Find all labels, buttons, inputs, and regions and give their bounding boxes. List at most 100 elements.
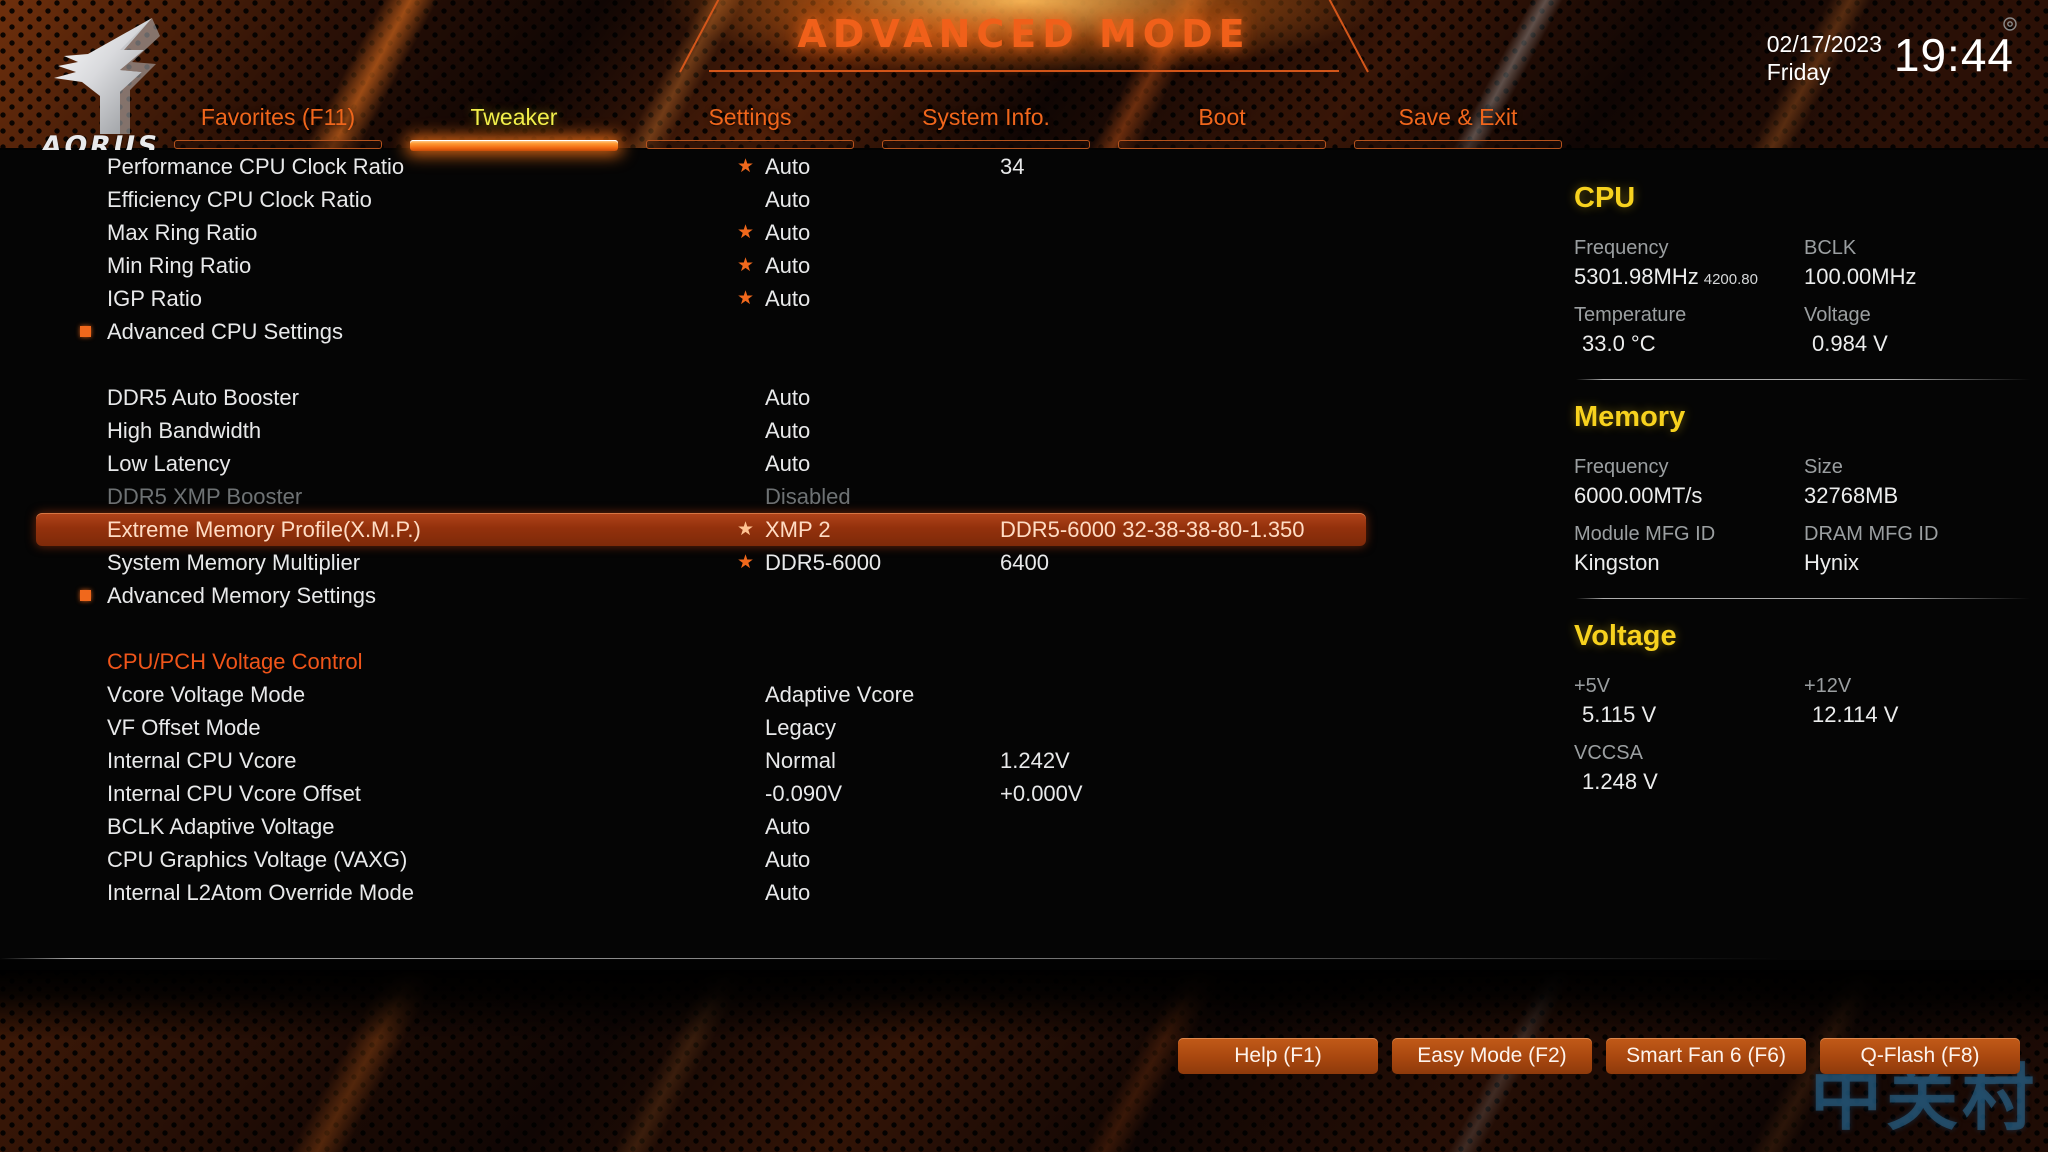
info-field-value: 0.984 V xyxy=(1800,331,2030,357)
settings-row-secondary-value: 6400 xyxy=(1000,549,1049,575)
settings-row-label: Max Ring Ratio xyxy=(107,219,258,245)
settings-row-value[interactable]: Auto xyxy=(765,880,810,906)
info-field-value-sub: 4200.80 xyxy=(1703,271,1758,288)
settings-row[interactable]: Internal L2Atom Override Mode Auto xyxy=(0,876,1545,909)
settings-row-value[interactable]: Adaptive Vcore xyxy=(765,682,914,708)
info-field-key: Frequency xyxy=(1574,237,1669,259)
settings-row[interactable]: Efficiency CPU Clock Ratio Auto xyxy=(0,183,1545,216)
settings-row-value[interactable]: Auto xyxy=(765,385,810,411)
settings-row[interactable]: DDR5 XMP Booster Disabled xyxy=(0,480,1545,513)
settings-row-value[interactable]: XMP 2 xyxy=(765,517,831,543)
nav-item-system-info[interactable]: System Info. xyxy=(868,104,1104,149)
info-field-value-main: Kingston xyxy=(1574,550,1660,575)
info-field-key: Module MFG ID xyxy=(1574,523,1716,545)
info-section-title: CPU xyxy=(1574,182,1636,214)
fkey-button-help-f1[interactable]: Help (F1) xyxy=(1178,1038,1378,1074)
settings-row-value[interactable]: Legacy xyxy=(765,715,836,741)
favorite-star-icon[interactable]: ★ xyxy=(737,256,754,275)
settings-row-value[interactable]: Auto xyxy=(765,451,810,477)
settings-row[interactable]: Advanced Memory Settings xyxy=(0,579,1545,612)
settings-row-value[interactable]: Auto xyxy=(765,418,810,444)
info-field-value: 12.114 V xyxy=(1800,702,2030,728)
nav-item-save-exit[interactable]: Save & Exit xyxy=(1340,104,1576,149)
info-section-voltage: Voltage +5V +12V 5.115 V 12.114 V VCCSA 1.248 … xyxy=(1570,598,2030,795)
settings-row-label: DDR5 Auto Booster xyxy=(107,384,299,410)
favorite-star-icon[interactable]: ★ xyxy=(737,157,754,176)
favorite-star-icon[interactable]: ★ xyxy=(737,520,754,539)
settings-row-label: VF Offset Mode xyxy=(107,714,261,740)
info-field-key: Temperature xyxy=(1574,304,1687,326)
info-field-key: +12V xyxy=(1804,675,1852,697)
fkey-button-q-flash-f8[interactable]: Q-Flash (F8) xyxy=(1820,1038,2020,1074)
settings-row[interactable]: Extreme Memory Profile(X.M.P.) ★ XMP 2 DDR5… xyxy=(36,513,1366,546)
settings-row-secondary-value: 1.242V xyxy=(1000,747,1070,773)
settings-row-value[interactable]: Auto xyxy=(765,187,810,213)
settings-row[interactable]: VF Offset Mode Legacy xyxy=(0,711,1545,744)
info-field-key: Size xyxy=(1804,456,1843,478)
gear-icon[interactable] xyxy=(2002,16,2018,32)
settings-row[interactable]: Performance CPU Clock Ratio ★ Auto 34 xyxy=(0,150,1545,183)
nav-item-boot[interactable]: Boot xyxy=(1104,104,1340,149)
settings-row[interactable]: System Memory Multiplier ★ DDR5-6000 6400 xyxy=(0,546,1545,579)
settings-row-value[interactable]: Auto xyxy=(765,286,810,312)
info-field-key: BCLK xyxy=(1804,237,1857,259)
info-field-key: Voltage xyxy=(1804,304,1871,326)
fkey-button-smart-fan-6-f6[interactable]: Smart Fan 6 (F6) xyxy=(1606,1038,1806,1074)
nav-item-label: Favorites (F11) xyxy=(200,104,356,130)
settings-row-label: System Memory Multiplier xyxy=(107,549,361,575)
info-field-grid: Frequency BCLK 5301.98MHz 4200.80 100.00MHz T… xyxy=(1570,227,2030,357)
time-text: 19:44 xyxy=(1893,29,2014,81)
info-field-value: Kingston xyxy=(1570,550,1800,576)
settings-row[interactable]: High Bandwidth Auto xyxy=(0,414,1545,447)
settings-row-value[interactable]: -0.090V xyxy=(765,781,842,807)
settings-row[interactable]: CPU Graphics Voltage (VAXG) Auto xyxy=(0,843,1545,876)
settings-list[interactable]: Performance CPU Clock Ratio ★ Auto 34 Effici… xyxy=(0,150,1545,909)
settings-row-label: Advanced Memory Settings xyxy=(107,582,377,608)
nav-item-underline xyxy=(1118,140,1326,149)
info-field-value: 100.00MHz xyxy=(1800,264,2030,290)
settings-row[interactable]: Max Ring Ratio ★ Auto xyxy=(0,216,1545,249)
favorite-star-icon[interactable]: ★ xyxy=(737,553,754,572)
nav-item-underline xyxy=(646,140,854,149)
settings-row[interactable]: Vcore Voltage Mode Adaptive Vcore xyxy=(0,678,1545,711)
settings-row-secondary-value: DDR5-6000 32-38-38-80-1.350 xyxy=(1000,516,1305,542)
settings-row[interactable]: IGP Ratio ★ Auto xyxy=(0,282,1545,315)
settings-row-value[interactable]: Auto xyxy=(765,220,810,246)
settings-row[interactable]: DDR5 Auto Booster Auto xyxy=(0,381,1545,414)
settings-row-label: Extreme Memory Profile(X.M.P.) xyxy=(107,516,421,542)
settings-row-value[interactable]: DDR5-6000 xyxy=(765,550,881,576)
settings-row-value[interactable]: Auto xyxy=(765,814,810,840)
info-section-title: Memory xyxy=(1574,401,1686,433)
info-section-cpu: CPU Frequency BCLK 5301.98MHz 4200.80 100.00M… xyxy=(1570,160,2030,357)
settings-row[interactable]: Internal CPU Vcore Normal 1.242V xyxy=(0,744,1545,777)
settings-row-value[interactable]: Disabled xyxy=(765,484,851,510)
settings-row[interactable]: Min Ring Ratio ★ Auto xyxy=(0,249,1545,282)
settings-row[interactable]: BCLK Adaptive Voltage Auto xyxy=(0,810,1545,843)
favorite-star-icon[interactable]: ★ xyxy=(737,223,754,242)
info-field-value-main: 5.115 V xyxy=(1582,702,1657,727)
info-field-key: VCCSA xyxy=(1574,742,1643,764)
nav-item-underline xyxy=(174,140,382,149)
function-key-bar[interactable]: Help (F1) Easy Mode (F2) Smart Fan 6 (F6) Q… xyxy=(1178,1038,2020,1074)
footer-fade xyxy=(0,970,2048,1040)
settings-row[interactable]: Low Latency Auto xyxy=(0,447,1545,480)
settings-row-value[interactable]: Auto xyxy=(765,154,810,180)
settings-row[interactable]: Internal CPU Vcore Offset -0.090V +0.000V xyxy=(0,777,1545,810)
settings-row-value[interactable]: Auto xyxy=(765,847,810,873)
info-field-key: Frequency xyxy=(1574,456,1669,478)
settings-row-spacer xyxy=(0,612,1545,645)
settings-row-value[interactable]: Normal xyxy=(765,748,836,774)
settings-row[interactable]: Advanced CPU Settings xyxy=(0,315,1545,348)
nav-item-tweaker[interactable]: Tweaker xyxy=(396,104,632,151)
settings-row-label: High Bandwidth xyxy=(107,417,262,443)
fkey-button-easy-mode-f2[interactable]: Easy Mode (F2) xyxy=(1392,1038,1592,1074)
settings-row-value[interactable]: Auto xyxy=(765,253,810,279)
info-section-divider xyxy=(1576,598,2030,599)
info-field-value-main: 1.248 V xyxy=(1582,769,1658,794)
main-navigation[interactable]: Favorites (F11) Tweaker Settings System Inf… xyxy=(0,104,1620,152)
settings-row-secondary-value: 34 xyxy=(1000,153,1025,179)
settings-row-label: Efficiency CPU Clock Ratio xyxy=(107,186,372,212)
nav-item-settings[interactable]: Settings xyxy=(632,104,868,149)
nav-item-favorites-f11[interactable]: Favorites (F11) xyxy=(160,104,396,149)
favorite-star-icon[interactable]: ★ xyxy=(737,289,754,308)
